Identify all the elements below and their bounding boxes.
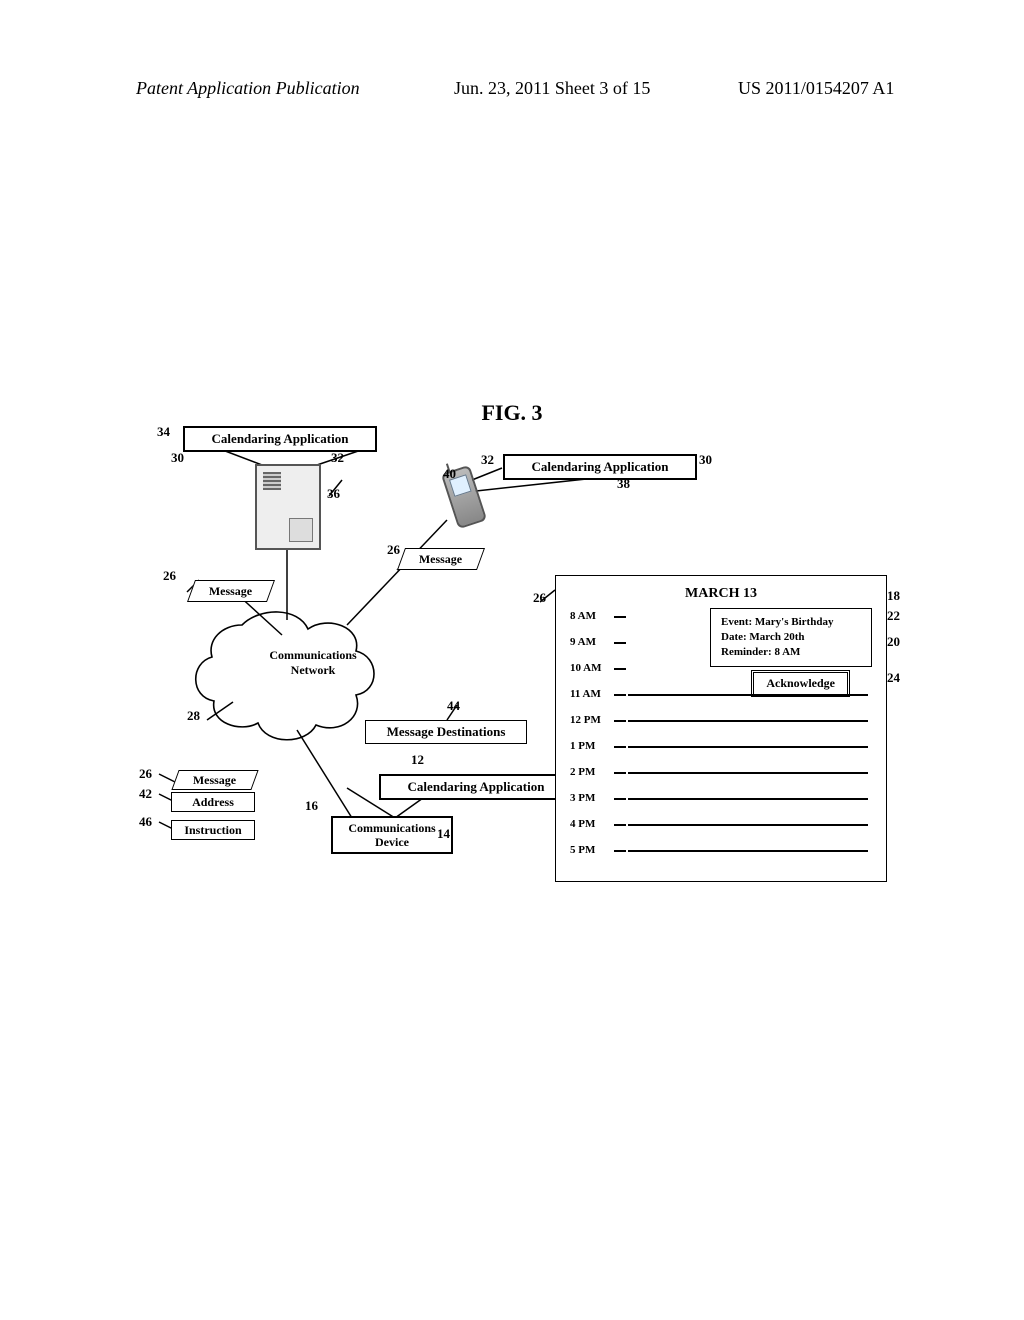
event-line1: Event: Mary's Birthday [721,615,861,630]
ref-24: 24 [887,670,900,686]
ref-28: 28 [187,708,200,724]
time-tick [614,824,626,826]
time-tick [614,642,626,644]
time-label: 3 PM [570,792,616,804]
message-destinations-box: Message Destinations [365,720,527,744]
calendaring-app-box-right: Calendaring Application [503,454,697,480]
message-para-left: Message [187,580,275,602]
time-tick [614,772,626,774]
slot-line [628,850,868,852]
ref-22: 22 [887,608,900,624]
time-tick [614,668,626,670]
communications-device-box: Communications Device [331,816,453,854]
comm-network-label: Communications Network [253,648,373,678]
slot-line [628,720,868,722]
message-label: Message [193,773,236,788]
slot-line [628,798,868,800]
time-label: 1 PM [570,740,616,752]
event-popup: Event: Mary's Birthday Date: March 20th … [710,608,872,667]
ref-26c: 26 [139,766,152,782]
time-label: 12 PM [570,714,616,726]
ref-18: 18 [887,588,900,604]
ref-26b: 26 [387,542,400,558]
time-label: 9 AM [570,636,616,648]
acknowledge-button[interactable]: Acknowledge [751,670,850,697]
slot-line [628,694,868,696]
ref-26a: 26 [163,568,176,584]
ref-36: 36 [327,486,340,502]
event-line2: Date: March 20th [721,630,861,645]
message-label: Message [209,584,252,599]
ref-30b: 30 [699,452,712,468]
header-right: US 2011/0154207 A1 [738,78,894,99]
calendar-panel: MARCH 13 Event: Mary's Birthday Date: Ma… [555,575,887,882]
slot-line [628,746,868,748]
ref-40: 40 [443,466,456,482]
server-icon [255,464,321,550]
ref-20: 20 [887,634,900,650]
time-tick [614,746,626,748]
slot-line [628,824,868,826]
message-para-upper: Message [397,548,485,570]
calendaring-app-box-lower: Calendaring Application [379,774,573,800]
header-left: Patent Application Publication [136,78,360,99]
time-tick [614,798,626,800]
ref-12: 12 [411,752,424,768]
ref-14: 14 [437,826,450,842]
time-label: 2 PM [570,766,616,778]
message-para-lower: Message [171,770,258,790]
calendaring-app-box-left: Calendaring Application [183,426,377,452]
message-label: Message [419,552,462,567]
calendar-title: MARCH 13 [556,586,886,602]
event-line3: Reminder: 8 AM [721,645,861,660]
ref-32a: 32 [331,450,344,466]
time-label: 8 AM [570,610,616,622]
slot-line [628,772,868,774]
ref-26d: 26 [533,590,546,606]
time-tick [614,694,626,696]
time-label: 5 PM [570,844,616,856]
instruction-box: Instruction [171,820,255,840]
ref-16: 16 [305,798,318,814]
ref-30a: 30 [171,450,184,466]
header-mid: Jun. 23, 2011 Sheet 3 of 15 [454,78,650,99]
ref-34: 34 [157,424,170,440]
time-label: 4 PM [570,818,616,830]
diagram: Calendaring Application Calendaring Appl… [147,420,892,900]
time-tick [614,616,626,618]
ref-32b: 32 [481,452,494,468]
ref-38: 38 [617,476,630,492]
time-label: 11 AM [570,688,616,700]
time-label: 10 AM [570,662,616,674]
ref-46: 46 [139,814,152,830]
address-box: Address [171,792,255,812]
time-tick [614,720,626,722]
ref-42: 42 [139,786,152,802]
ref-44: 44 [447,698,460,714]
time-tick [614,850,626,852]
